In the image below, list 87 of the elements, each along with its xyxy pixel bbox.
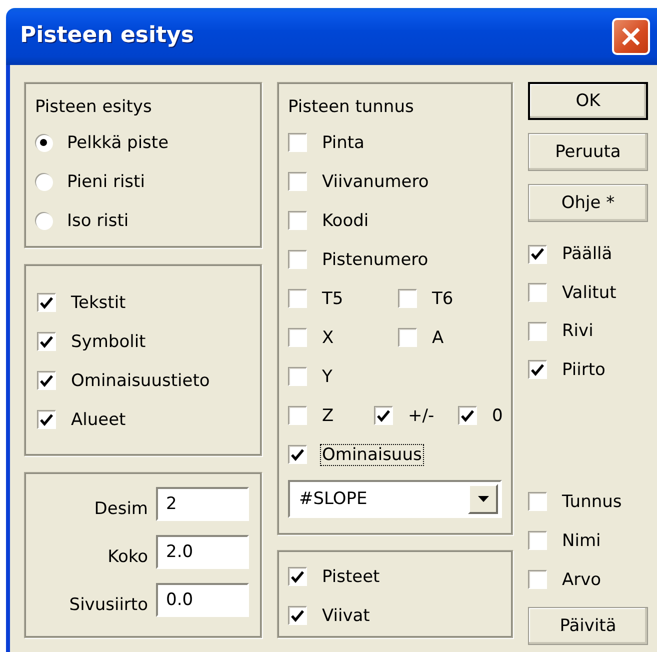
checkbox[interactable] <box>458 406 477 425</box>
radio-button[interactable] <box>35 212 52 229</box>
checkbox-label: Arvo <box>561 570 602 590</box>
checkbox-label: Pinta <box>321 132 366 152</box>
checkbox-label: Ominaisuustieto <box>70 370 211 390</box>
checkmark-icon <box>40 414 53 426</box>
field-label: Desim <box>94 499 148 519</box>
checkbox[interactable] <box>288 328 307 347</box>
window-title: Pisteen esitys <box>20 23 194 50</box>
checkbox-label: Y <box>321 366 334 386</box>
checkbox[interactable] <box>288 367 307 386</box>
dialog-button[interactable]: Ohje * <box>528 184 648 222</box>
checkbox[interactable] <box>288 172 307 191</box>
checkbox[interactable] <box>528 360 547 380</box>
checkbox-label: Tekstit <box>70 292 127 312</box>
checkbox[interactable] <box>288 133 307 152</box>
dropdown-value: #SLOPE <box>298 489 368 509</box>
checkbox[interactable] <box>37 410 56 429</box>
checkbox-label: Rivi <box>561 321 594 342</box>
checkmark-icon <box>291 448 304 460</box>
checkbox[interactable] <box>288 606 307 625</box>
checkmark-icon <box>377 410 390 422</box>
checkbox-label: Valitut <box>561 282 618 303</box>
checkbox[interactable] <box>37 371 56 390</box>
checkbox-label: Z <box>321 406 335 426</box>
checkmark-icon <box>531 248 544 260</box>
checkbox[interactable] <box>528 322 547 341</box>
checkbox[interactable] <box>528 531 547 550</box>
checkbox-label: Piirto <box>561 360 606 380</box>
checkbox-label: X <box>321 328 335 348</box>
checkbox[interactable] <box>398 289 417 308</box>
radio-label: Iso risti <box>66 210 130 230</box>
checkbox-label: Viivat <box>321 606 371 626</box>
checkbox[interactable] <box>288 289 307 308</box>
group-title: Pisteen esitys <box>35 97 153 117</box>
checkbox[interactable] <box>528 570 547 589</box>
checkbox-label: T6 <box>431 288 454 308</box>
checkmark-icon <box>40 296 53 308</box>
checkbox-label: 0 <box>491 406 504 426</box>
checkmark-icon <box>531 364 544 376</box>
checkmark-icon <box>40 336 53 348</box>
checkbox[interactable] <box>288 406 307 425</box>
checkbox[interactable] <box>398 328 417 347</box>
checkbox-label: Koodi <box>321 210 370 230</box>
checkbox-label: Alueet <box>70 410 127 430</box>
checkbox-label: Viivanumero <box>321 172 430 192</box>
checkmark-icon <box>291 570 304 582</box>
close-button[interactable]: × <box>612 18 650 55</box>
checkbox[interactable] <box>37 332 56 351</box>
checkbox-label: T5 <box>321 288 344 308</box>
checkbox-label: Ominaisuus <box>321 444 423 464</box>
dropdown-arrow-button[interactable] <box>468 484 498 514</box>
checkbox[interactable] <box>528 244 547 264</box>
radio-button[interactable] <box>35 134 52 151</box>
field-label: Sivusiirto <box>69 595 148 615</box>
radio-label: Pelkkä piste <box>66 132 170 152</box>
dialog-button[interactable]: OK <box>528 82 648 120</box>
checkbox[interactable] <box>288 445 307 464</box>
checkbox-label: +/- <box>407 406 436 426</box>
checkbox[interactable] <box>288 250 307 269</box>
checkbox[interactable] <box>528 492 547 511</box>
group-title: Pisteen tunnus <box>288 97 415 117</box>
checkbox-label: Symbolit <box>70 332 147 352</box>
dialog-button[interactable]: Peruuta <box>528 133 648 171</box>
checkbox[interactable] <box>528 283 547 302</box>
radio-label: Pieni risti <box>66 172 146 192</box>
checkbox-label: Tunnus <box>561 492 623 512</box>
radio-button[interactable] <box>35 173 52 190</box>
checkbox[interactable] <box>288 567 307 586</box>
checkmark-icon <box>461 410 474 422</box>
input-field[interactable]: 2.0 <box>156 535 249 569</box>
attribute-dropdown[interactable]: #SLOPE <box>288 480 502 518</box>
checkbox-label: Pistenumero <box>321 250 430 270</box>
checkbox-label: Nimi <box>561 530 602 550</box>
checkbox-label: Päällä <box>561 244 614 264</box>
checkbox-label: Pisteet <box>321 566 381 586</box>
checkmark-icon <box>291 610 304 622</box>
checkmark-icon <box>40 374 53 386</box>
input-field[interactable]: 2 <box>156 487 249 521</box>
checkbox[interactable] <box>374 406 393 425</box>
caret-icon <box>478 496 488 502</box>
checkbox-label: A <box>431 328 445 348</box>
input-field[interactable]: 0.0 <box>156 583 249 617</box>
update-button[interactable]: Päivitä <box>528 607 648 645</box>
checkbox[interactable] <box>37 293 56 312</box>
checkbox[interactable] <box>288 211 307 230</box>
field-label: Koko <box>108 547 148 567</box>
